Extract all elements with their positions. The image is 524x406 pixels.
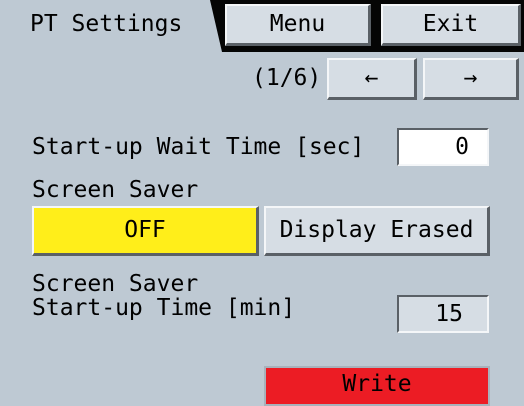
prev-page-button[interactable]: ← (327, 58, 417, 100)
saver-time-input[interactable]: 15 (397, 295, 489, 333)
screen-saver-display-erased-button[interactable]: Display Erased (264, 206, 490, 256)
write-button[interactable]: Write (264, 366, 490, 406)
page-indicator: (1/6) (252, 65, 322, 91)
menu-button[interactable]: Menu (225, 4, 371, 46)
wait-time-input[interactable]: 0 (397, 128, 489, 166)
next-page-button[interactable]: → (423, 58, 519, 100)
screen-saver-off-button[interactable]: OFF (32, 206, 259, 256)
screen-saver-label: Screen Saver (32, 177, 199, 203)
wait-time-label: Start-up Wait Time [sec] (32, 134, 365, 160)
page-title: PT Settings (30, 11, 183, 37)
saver-time-label: Screen Saver Start-up Time [min] (32, 271, 296, 321)
exit-button[interactable]: Exit (381, 4, 521, 46)
